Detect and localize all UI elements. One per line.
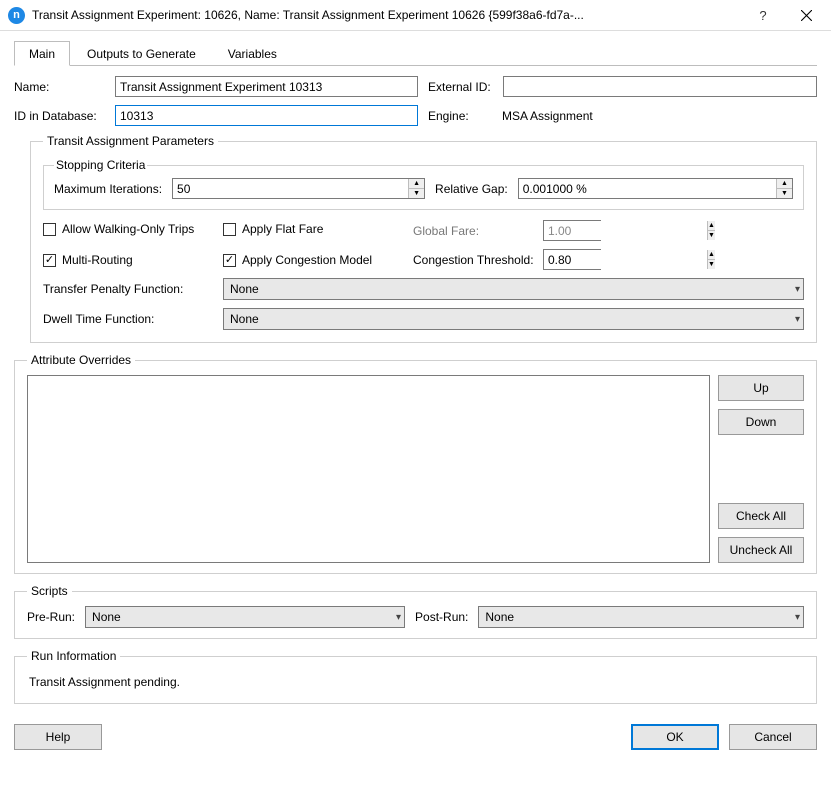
spinner-up-icon: ▲ [708, 221, 715, 231]
pre-run-value: None [92, 610, 121, 624]
spinner-up-icon[interactable]: ▲ [777, 179, 792, 189]
checkbox-checked-icon [223, 254, 236, 267]
id-db-label: ID in Database: [14, 109, 109, 123]
name-label: Name: [14, 80, 109, 94]
multi-routing-label: Multi-Routing [62, 253, 133, 267]
spinner-down-icon[interactable]: ▼ [708, 260, 715, 269]
spinner-down-icon[interactable]: ▼ [777, 189, 792, 198]
stopping-criteria-legend: Stopping Criteria [54, 158, 147, 172]
multi-routing-checkbox[interactable]: Multi-Routing [43, 253, 133, 267]
max-iter-input[interactable] [173, 179, 408, 198]
scripts-group: Scripts Pre-Run: None ▾ Post-Run: None ▾ [14, 584, 817, 639]
congestion-thresh-spinner[interactable]: ▲ ▼ [543, 249, 601, 270]
external-id-input[interactable] [503, 76, 817, 97]
cancel-button[interactable]: Cancel [729, 724, 817, 750]
apply-flat-fare-label: Apply Flat Fare [242, 222, 323, 236]
scripts-legend: Scripts [27, 584, 72, 598]
chevron-down-icon: ▾ [795, 314, 800, 325]
apply-flat-fare-checkbox[interactable]: Apply Flat Fare [223, 222, 323, 236]
tab-variables[interactable]: Variables [213, 41, 292, 66]
transfer-penalty-select[interactable]: None ▾ [223, 278, 804, 300]
checkbox-checked-icon [43, 254, 56, 267]
id-db-input[interactable] [115, 105, 418, 126]
engine-value: MSA Assignment [502, 109, 593, 123]
uncheck-all-button[interactable]: Uncheck All [718, 537, 804, 563]
attribute-overrides-group: Attribute Overrides Up Down Check All Un… [14, 353, 817, 574]
spinner-up-icon[interactable]: ▲ [409, 179, 424, 189]
spinner-down-icon: ▼ [708, 231, 715, 240]
name-input[interactable] [115, 76, 418, 97]
run-info-status: Transit Assignment pending. [27, 671, 804, 693]
help-button[interactable]: Help [14, 724, 102, 750]
chevron-down-icon: ▾ [795, 284, 800, 295]
spinner-down-icon[interactable]: ▼ [409, 189, 424, 198]
dwell-time-value: None [230, 312, 259, 326]
up-button[interactable]: Up [718, 375, 804, 401]
pre-run-select[interactable]: None ▾ [85, 606, 405, 628]
engine-label: Engine: [428, 109, 490, 123]
post-run-value: None [485, 610, 514, 624]
spinner-up-icon[interactable]: ▲ [708, 250, 715, 260]
dwell-time-select[interactable]: None ▾ [223, 308, 804, 330]
stopping-criteria-group: Stopping Criteria Maximum Iterations: ▲ … [43, 158, 804, 210]
tab-strip: Main Outputs to Generate Variables [14, 41, 817, 66]
external-id-label: External ID: [428, 80, 491, 94]
rel-gap-label: Relative Gap: [435, 182, 508, 196]
check-all-button[interactable]: Check All [718, 503, 804, 529]
pre-run-label: Pre-Run: [27, 610, 75, 624]
transfer-penalty-label: Transfer Penalty Function: [43, 282, 223, 296]
global-fare-label: Global Fare: [413, 224, 543, 238]
post-run-label: Post-Run: [415, 610, 468, 624]
tab-main[interactable]: Main [14, 41, 70, 66]
apply-congestion-checkbox[interactable]: Apply Congestion Model [223, 253, 372, 267]
transit-params-group: Transit Assignment Parameters Stopping C… [30, 134, 817, 343]
apply-congestion-label: Apply Congestion Model [242, 253, 372, 267]
allow-walking-checkbox[interactable]: Allow Walking-Only Trips [43, 222, 194, 236]
global-fare-spinner: ▲ ▼ [543, 220, 601, 241]
congestion-thresh-input[interactable] [544, 250, 707, 269]
global-fare-input [544, 221, 707, 240]
transfer-penalty-value: None [230, 282, 259, 296]
attribute-overrides-legend: Attribute Overrides [27, 353, 135, 367]
window-title: Transit Assignment Experiment: 10626, Na… [32, 8, 743, 22]
dwell-time-label: Dwell Time Function: [43, 312, 223, 326]
close-icon[interactable] [783, 0, 829, 30]
post-run-select[interactable]: None ▾ [478, 606, 804, 628]
allow-walking-label: Allow Walking-Only Trips [62, 222, 194, 236]
checkbox-icon [43, 223, 56, 236]
rel-gap-input[interactable] [519, 179, 776, 198]
run-info-group: Run Information Transit Assignment pendi… [14, 649, 817, 704]
titlebar-help-button[interactable]: ? [743, 0, 783, 30]
title-bar: n Transit Assignment Experiment: 10626, … [0, 0, 831, 31]
tab-outputs[interactable]: Outputs to Generate [72, 41, 211, 66]
checkbox-icon [223, 223, 236, 236]
chevron-down-icon: ▾ [795, 612, 800, 623]
max-iter-spinner[interactable]: ▲ ▼ [172, 178, 425, 199]
congestion-thresh-label: Congestion Threshold: [413, 253, 543, 267]
app-icon: n [8, 7, 25, 24]
rel-gap-spinner[interactable]: ▲ ▼ [518, 178, 793, 199]
down-button[interactable]: Down [718, 409, 804, 435]
ok-button[interactable]: OK [631, 724, 719, 750]
max-iter-label: Maximum Iterations: [54, 182, 162, 196]
transit-params-legend: Transit Assignment Parameters [43, 134, 218, 148]
run-info-legend: Run Information [27, 649, 120, 663]
chevron-down-icon: ▾ [396, 612, 401, 623]
attribute-overrides-list[interactable] [27, 375, 710, 563]
